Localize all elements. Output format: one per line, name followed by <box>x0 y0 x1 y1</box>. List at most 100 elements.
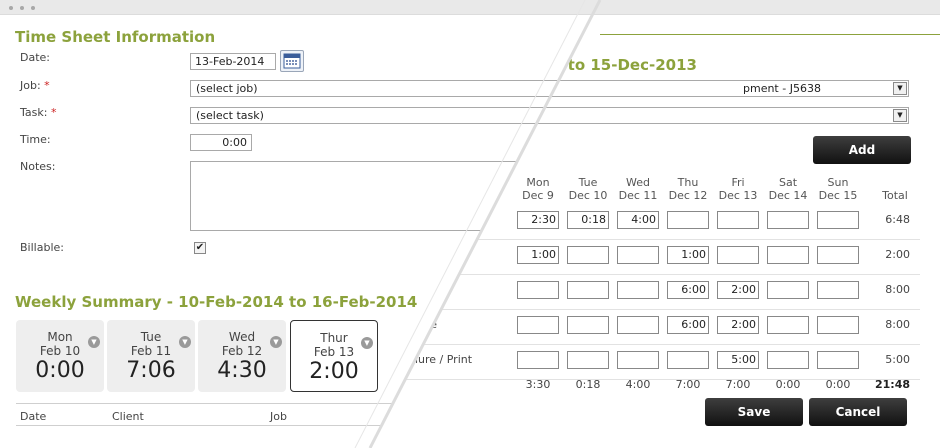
required-marker: * <box>50 106 57 119</box>
time-cell-input[interactable] <box>567 281 609 299</box>
billable-label: Billable: <box>20 241 64 254</box>
time-cell-input[interactable]: 2:00 <box>717 316 759 334</box>
weekly-summary-title: Weekly Summary - 10-Feb-2014 to 16-Feb-2… <box>15 293 418 311</box>
date-input[interactable]: 13-Feb-2014 <box>190 53 276 70</box>
day-summary-card[interactable]: Tue Feb 11 7:06 ▼ <box>107 320 195 392</box>
chevron-down-icon[interactable]: ▼ <box>893 82 907 95</box>
time-cell-input[interactable]: 2:00 <box>717 281 759 299</box>
time-cell-input[interactable] <box>817 211 859 229</box>
row-total: 8:00 <box>885 318 910 331</box>
time-cell-input[interactable] <box>567 316 609 334</box>
time-cell-input[interactable]: 2:30 <box>517 211 559 229</box>
day-total: 7:00 <box>675 378 701 391</box>
day-column-date: Dec 10 <box>568 189 608 202</box>
time-cell-input[interactable] <box>717 211 759 229</box>
job-select-value: (select job) <box>196 82 258 95</box>
time-cell-input[interactable]: 0:18 <box>567 211 609 229</box>
time-cell-input[interactable]: 5:00 <box>717 351 759 369</box>
time-cell-input[interactable] <box>567 351 609 369</box>
day-column-name: Sun <box>827 176 849 189</box>
time-cell-input[interactable] <box>517 281 559 299</box>
row-total: 5:00 <box>885 353 910 366</box>
day-column-name: Tue <box>578 176 598 189</box>
time-cell-input[interactable] <box>767 351 809 369</box>
day-card-time: 7:06 <box>126 358 176 383</box>
accent-line <box>600 34 940 35</box>
required-marker: * <box>44 79 50 92</box>
day-total: 0:18 <box>575 378 601 391</box>
row-divider <box>400 274 920 275</box>
time-cell-input[interactable] <box>667 351 709 369</box>
list-header-job: Job <box>270 410 287 423</box>
chevron-down-icon[interactable]: ▼ <box>893 109 907 122</box>
day-column-header: Wed Dec 11 <box>615 176 661 202</box>
time-cell-input[interactable] <box>667 211 709 229</box>
window-dot-icon <box>31 6 35 10</box>
time-cell-input[interactable]: 6:00 <box>667 316 709 334</box>
task-label: Task: * <box>20 106 56 119</box>
row-divider <box>400 309 920 310</box>
day-column-name: Thu <box>677 176 699 189</box>
time-cell-input[interactable] <box>767 211 809 229</box>
job-label-text: Job: <box>20 79 41 92</box>
day-column-name: Sat <box>778 176 798 189</box>
time-cell-input[interactable] <box>567 246 609 264</box>
chevron-down-icon[interactable]: ▼ <box>179 336 191 348</box>
day-card-time: 4:30 <box>217 358 267 383</box>
time-cell-input[interactable] <box>717 246 759 264</box>
day-total: 4:00 <box>625 378 651 391</box>
time-label: Time: <box>20 133 51 146</box>
day-total: 7:00 <box>725 378 751 391</box>
time-cell-input[interactable] <box>617 316 659 334</box>
time-cell-input[interactable] <box>817 316 859 334</box>
cancel-button[interactable]: Cancel <box>809 398 907 426</box>
chevron-down-icon[interactable]: ▼ <box>270 336 282 348</box>
day-card-time: 2:00 <box>309 359 359 384</box>
chevron-down-icon[interactable]: ▼ <box>88 336 100 348</box>
row-divider <box>400 239 920 240</box>
time-cell-input[interactable]: 6:00 <box>667 281 709 299</box>
time-cell-input[interactable] <box>817 351 859 369</box>
task-select-value: (select task) <box>196 109 264 122</box>
job-label: Job: * <box>20 79 50 92</box>
time-cell-input[interactable]: 1:00 <box>667 246 709 264</box>
save-button[interactable]: Save <box>705 398 803 426</box>
day-column-header: Sun Dec 15 <box>815 176 861 202</box>
row-divider <box>400 344 920 345</box>
day-column-date: Dec 9 <box>522 189 554 202</box>
window-dot-icon <box>9 6 13 10</box>
day-total: 0:00 <box>775 378 801 391</box>
day-summary-card[interactable]: Mon Feb 10 0:00 ▼ <box>16 320 104 392</box>
day-column-name: Wed <box>626 176 650 189</box>
day-column-date: Dec 12 <box>668 189 708 202</box>
day-column-header: Tue Dec 10 <box>565 176 611 202</box>
day-column-date: Dec 14 <box>768 189 808 202</box>
day-total: 3:30 <box>525 378 551 391</box>
time-cell-input[interactable] <box>617 281 659 299</box>
day-column-date: Dec 13 <box>718 189 758 202</box>
time-cell-input[interactable] <box>767 316 809 334</box>
calendar-button[interactable] <box>280 50 304 72</box>
add-button[interactable]: Add <box>813 136 911 164</box>
time-input[interactable]: 0:00 <box>190 134 252 151</box>
time-cell-input[interactable]: 4:00 <box>617 211 659 229</box>
time-cell-input[interactable] <box>617 246 659 264</box>
time-cell-input[interactable] <box>617 351 659 369</box>
day-column-header: Thu Dec 12 <box>665 176 711 202</box>
time-cell-input[interactable] <box>817 281 859 299</box>
time-cell-input[interactable] <box>817 246 859 264</box>
time-cell-input[interactable] <box>517 316 559 334</box>
job-select-value: pment - J5638 <box>743 82 821 95</box>
total-column-header: Total <box>882 189 908 202</box>
weekly-grid-title: 3 to 15-Dec-2013 <box>552 56 697 74</box>
time-cell-input[interactable] <box>517 351 559 369</box>
chevron-down-icon[interactable]: ▼ <box>361 337 373 349</box>
day-column-name: Fri <box>731 176 745 189</box>
time-cell-input[interactable] <box>767 246 809 264</box>
day-summary-card[interactable]: Wed Feb 12 4:30 ▼ <box>198 320 286 392</box>
billable-checkbox[interactable]: ✔ <box>194 242 206 254</box>
day-column-header: Mon Dec 9 <box>515 176 561 202</box>
time-cell-input[interactable]: 1:00 <box>517 246 559 264</box>
time-cell-input[interactable] <box>767 281 809 299</box>
day-summary-card[interactable]: Thur Feb 13 2:00 ▼ <box>290 320 378 392</box>
